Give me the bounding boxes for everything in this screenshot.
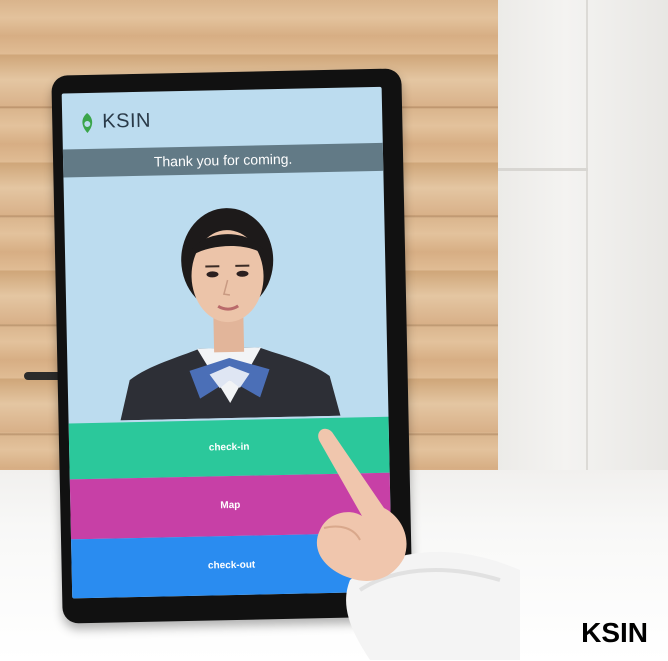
receptionist-avatar (120, 208, 341, 421)
greeting-banner: Thank you for coming. (62, 142, 384, 178)
white-wall (498, 0, 668, 520)
wall-ledge (498, 168, 588, 171)
photo-scene: KSIN Thank you for coming. check-in Map … (0, 0, 668, 661)
watermark-text: KSIN (581, 617, 648, 648)
pointing-hand (316, 428, 520, 660)
brand-name: KSIN (102, 109, 152, 133)
brand-logo-group: KSIN (76, 110, 151, 135)
leaf-logo-icon (82, 112, 93, 133)
wall-corner (586, 0, 588, 520)
